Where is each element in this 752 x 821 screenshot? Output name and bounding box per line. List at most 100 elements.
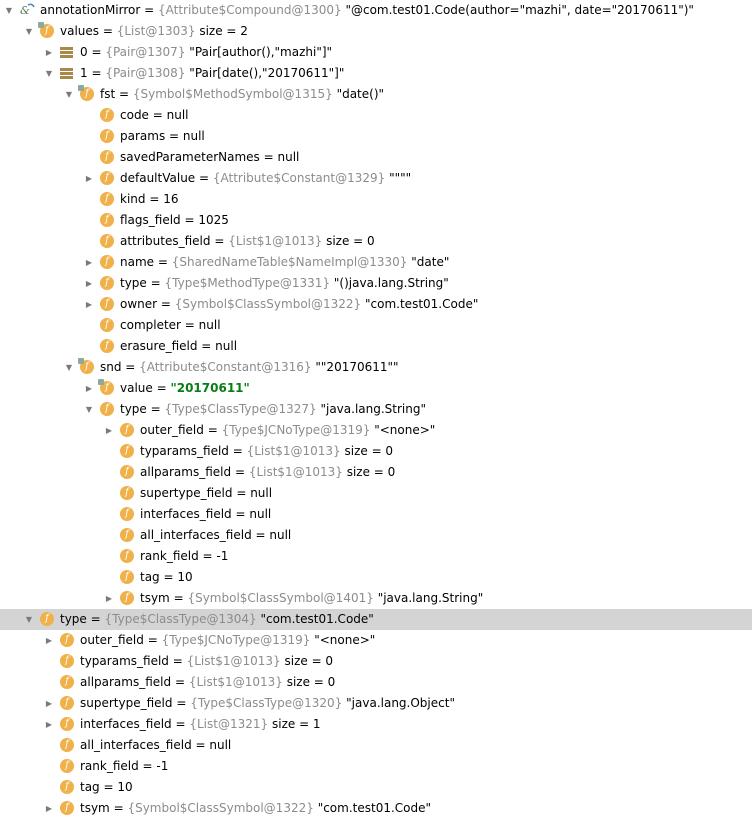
tree-row-1[interactable]: ▼ 1 = {Pair@1308} "Pair[date(),"20170611"… xyxy=(0,63,752,84)
tree-row-params[interactable]: f params = null xyxy=(0,126,752,147)
tree-row-values[interactable]: ▼ f values = {List@1303} size = 2 xyxy=(0,21,752,42)
tree-row-all_interfaces_field[interactable]: f all_interfaces_field = null xyxy=(0,525,752,546)
tree-row-allparams_field[interactable]: f allparams_field = {List$1@1013} size = … xyxy=(0,672,752,693)
chevron-down-icon[interactable]: ▼ xyxy=(44,63,54,84)
tree-row-tag[interactable]: f tag = 10 xyxy=(0,777,752,798)
tree-row-outer_field[interactable]: ▶ f outer_field = {Type$JCNoType@1319} "<n… xyxy=(0,630,752,651)
equals-sign: = xyxy=(115,87,133,101)
tree-row-value[interactable]: ▶ f value = "20170611" xyxy=(0,378,752,399)
chevron-right-icon[interactable]: ▶ xyxy=(44,693,54,714)
row-text: interfaces_field = null xyxy=(140,504,271,525)
tree-row-type[interactable]: ▼ f type = {Type$ClassType@1327} "java.lan… xyxy=(0,399,752,420)
tree-row-fst[interactable]: ▼ f fst = {Symbol$MethodSymbol@1315} "date… xyxy=(0,84,752,105)
chevron-down-icon[interactable]: ▼ xyxy=(4,0,14,21)
tree-row-owner[interactable]: ▶ f owner = {Symbol$ClassSymbol@1322} "com… xyxy=(0,294,752,315)
type-reference: {List@1303} xyxy=(116,24,196,38)
tree-row-flags_field[interactable]: f flags_field = 1025 xyxy=(0,210,752,231)
tree-row-name[interactable]: ▶ f name = {SharedNameTable$NameImpl@1330}… xyxy=(0,252,752,273)
chevron-down-icon[interactable]: ▼ xyxy=(84,399,94,420)
tree-row-snd[interactable]: ▼ f snd = {Attribute$Constant@1316} ""2017… xyxy=(0,357,752,378)
row-text: values = {List@1303} size = 2 xyxy=(60,21,248,42)
tree-row-0[interactable]: ▶ 0 = {Pair@1307} "Pair[author(),"mazhi"]… xyxy=(0,42,752,63)
chevron-right-icon[interactable]: ▶ xyxy=(84,294,94,315)
tree-row-all_interfaces_field[interactable]: f all_interfaces_field = null xyxy=(0,735,752,756)
variable-name: kind xyxy=(120,192,146,206)
tree-row-interfaces_field[interactable]: ▶ f interfaces_field = {List@1321} size = … xyxy=(0,714,752,735)
variable-name: 0 xyxy=(80,45,88,59)
chevron-right-icon[interactable]: ▶ xyxy=(84,168,94,189)
tree-row-attributes_field[interactable]: f attributes_field = {List$1@1013} size =… xyxy=(0,231,752,252)
chevron-down-icon[interactable]: ▼ xyxy=(24,609,34,630)
variable-value: "date()" xyxy=(336,87,385,101)
row-text: params = null xyxy=(120,126,205,147)
variable-name: allparams_field xyxy=(80,675,172,689)
chevron-right-icon[interactable]: ▶ xyxy=(44,798,54,819)
row-text: interfaces_field = {List@1321} size = 1 xyxy=(80,714,321,735)
row-text: allparams_field = {List$1@1013} size = 0 xyxy=(140,462,395,483)
row-text: erasure_field = null xyxy=(120,336,237,357)
tree-row-tag[interactable]: f tag = 10 xyxy=(0,567,752,588)
tree-row-tsym[interactable]: ▶ f tsym = {Symbol$ClassSymbol@1322} "com.… xyxy=(0,798,752,819)
chevron-right-icon[interactable]: ▶ xyxy=(44,714,54,735)
row-text: tsym = {Symbol$ClassSymbol@1322} "com.te… xyxy=(80,798,431,819)
field-icon: f xyxy=(60,780,74,794)
tree-row-typarams_field[interactable]: f typarams_field = {List$1@1013} size = 0 xyxy=(0,651,752,672)
tree-row-rank_field[interactable]: f rank_field = -1 xyxy=(0,756,752,777)
tree-row-kind[interactable]: f kind = 16 xyxy=(0,189,752,210)
chevron-down-icon[interactable]: ▼ xyxy=(64,84,74,105)
type-reference: {Type$ClassType@1304} xyxy=(104,612,257,626)
tree-row-type[interactable]: ▶ f type = {Type$MethodType@1331} "()java.… xyxy=(0,273,752,294)
row-text: type = {Type$ClassType@1304} "com.test01… xyxy=(60,609,374,630)
tree-row-supertype_field[interactable]: ▶ f supertype_field = {Type$ClassType@1320… xyxy=(0,693,752,714)
type-reference: {Type$JCNoType@1319} xyxy=(221,423,371,437)
equals-sign: = xyxy=(99,780,118,794)
tree-row-rank_field[interactable]: f rank_field = -1 xyxy=(0,546,752,567)
tree-row-defaultValue[interactable]: ▶ f defaultValue = {Attribute$Constant@132… xyxy=(0,168,752,189)
tree-row-completer[interactable]: f completer = null xyxy=(0,315,752,336)
row-text: name = {SharedNameTable$NameImpl@1330} "… xyxy=(120,252,449,273)
chevron-down-icon[interactable]: ▼ xyxy=(64,357,74,378)
tree-row-savedParameterNames[interactable]: f savedParameterNames = null xyxy=(0,147,752,168)
equals-sign: = xyxy=(146,402,165,416)
type-reference: {SharedNameTable$NameImpl@1330} xyxy=(171,255,408,269)
chevron-right-icon[interactable]: ▶ xyxy=(44,630,54,651)
field-icon: f xyxy=(60,654,74,668)
chevron-right-icon[interactable]: ▶ xyxy=(44,42,54,63)
tree-row-outer_field[interactable]: ▶ f outer_field = {Type$JCNoType@1319} "<n… xyxy=(0,420,752,441)
tree-row-typarams_field[interactable]: f typarams_field = {List$1@1013} size = 0 xyxy=(0,441,752,462)
tree-row-allparams_field[interactable]: f allparams_field = {List$1@1013} size = … xyxy=(0,462,752,483)
chevron-down-icon[interactable]: ▼ xyxy=(24,21,34,42)
equals-sign: = xyxy=(195,171,213,185)
tree-row-annotationMirror[interactable]: ▼ & annotationMirror = {Attribute$Compound… xyxy=(0,0,752,21)
variable-value: ""20170611"" xyxy=(315,360,399,374)
tree-row-interfaces_field[interactable]: f interfaces_field = null xyxy=(0,504,752,525)
chevron-right-icon[interactable]: ▶ xyxy=(84,378,94,399)
field-icon: f xyxy=(60,717,74,731)
variable-value: null xyxy=(182,129,205,143)
variable-name: tsym xyxy=(80,801,110,815)
chevron-right-icon[interactable]: ▶ xyxy=(84,252,94,273)
tree-row-tsym[interactable]: ▶ f tsym = {Symbol$ClassSymbol@1401} "java… xyxy=(0,588,752,609)
field-icon: f xyxy=(60,801,74,815)
field-icon: f xyxy=(100,255,114,269)
variable-value: 1025 xyxy=(198,213,229,227)
tree-row-code[interactable]: f code = null xyxy=(0,105,752,126)
variable-name: attributes_field xyxy=(120,234,211,248)
chevron-right-icon[interactable]: ▶ xyxy=(104,588,114,609)
tree-row-type[interactable]: ▼ f type = {Type$ClassType@1304} "com.test… xyxy=(0,609,752,630)
row-text: allparams_field = {List$1@1013} size = 0 xyxy=(80,672,335,693)
equals-sign: = xyxy=(203,423,222,437)
type-reference: {Symbol$ClassSymbol@1401} xyxy=(187,591,374,605)
equals-sign: = xyxy=(191,738,210,752)
variable-value: 16 xyxy=(163,192,179,206)
tree-row-supertype_field[interactable]: f supertype_field = null xyxy=(0,483,752,504)
variable-value: size = 0 xyxy=(344,444,394,458)
equals-sign: = xyxy=(148,108,167,122)
tree-row-erasure_field[interactable]: f erasure_field = null xyxy=(0,336,752,357)
chevron-right-icon[interactable]: ▶ xyxy=(104,420,114,441)
equals-sign: = xyxy=(140,3,158,17)
variable-value: null xyxy=(249,507,272,521)
chevron-right-icon[interactable]: ▶ xyxy=(84,273,94,294)
field-icon: f xyxy=(120,528,134,542)
variable-value: "com.test01.Code" xyxy=(317,801,432,815)
